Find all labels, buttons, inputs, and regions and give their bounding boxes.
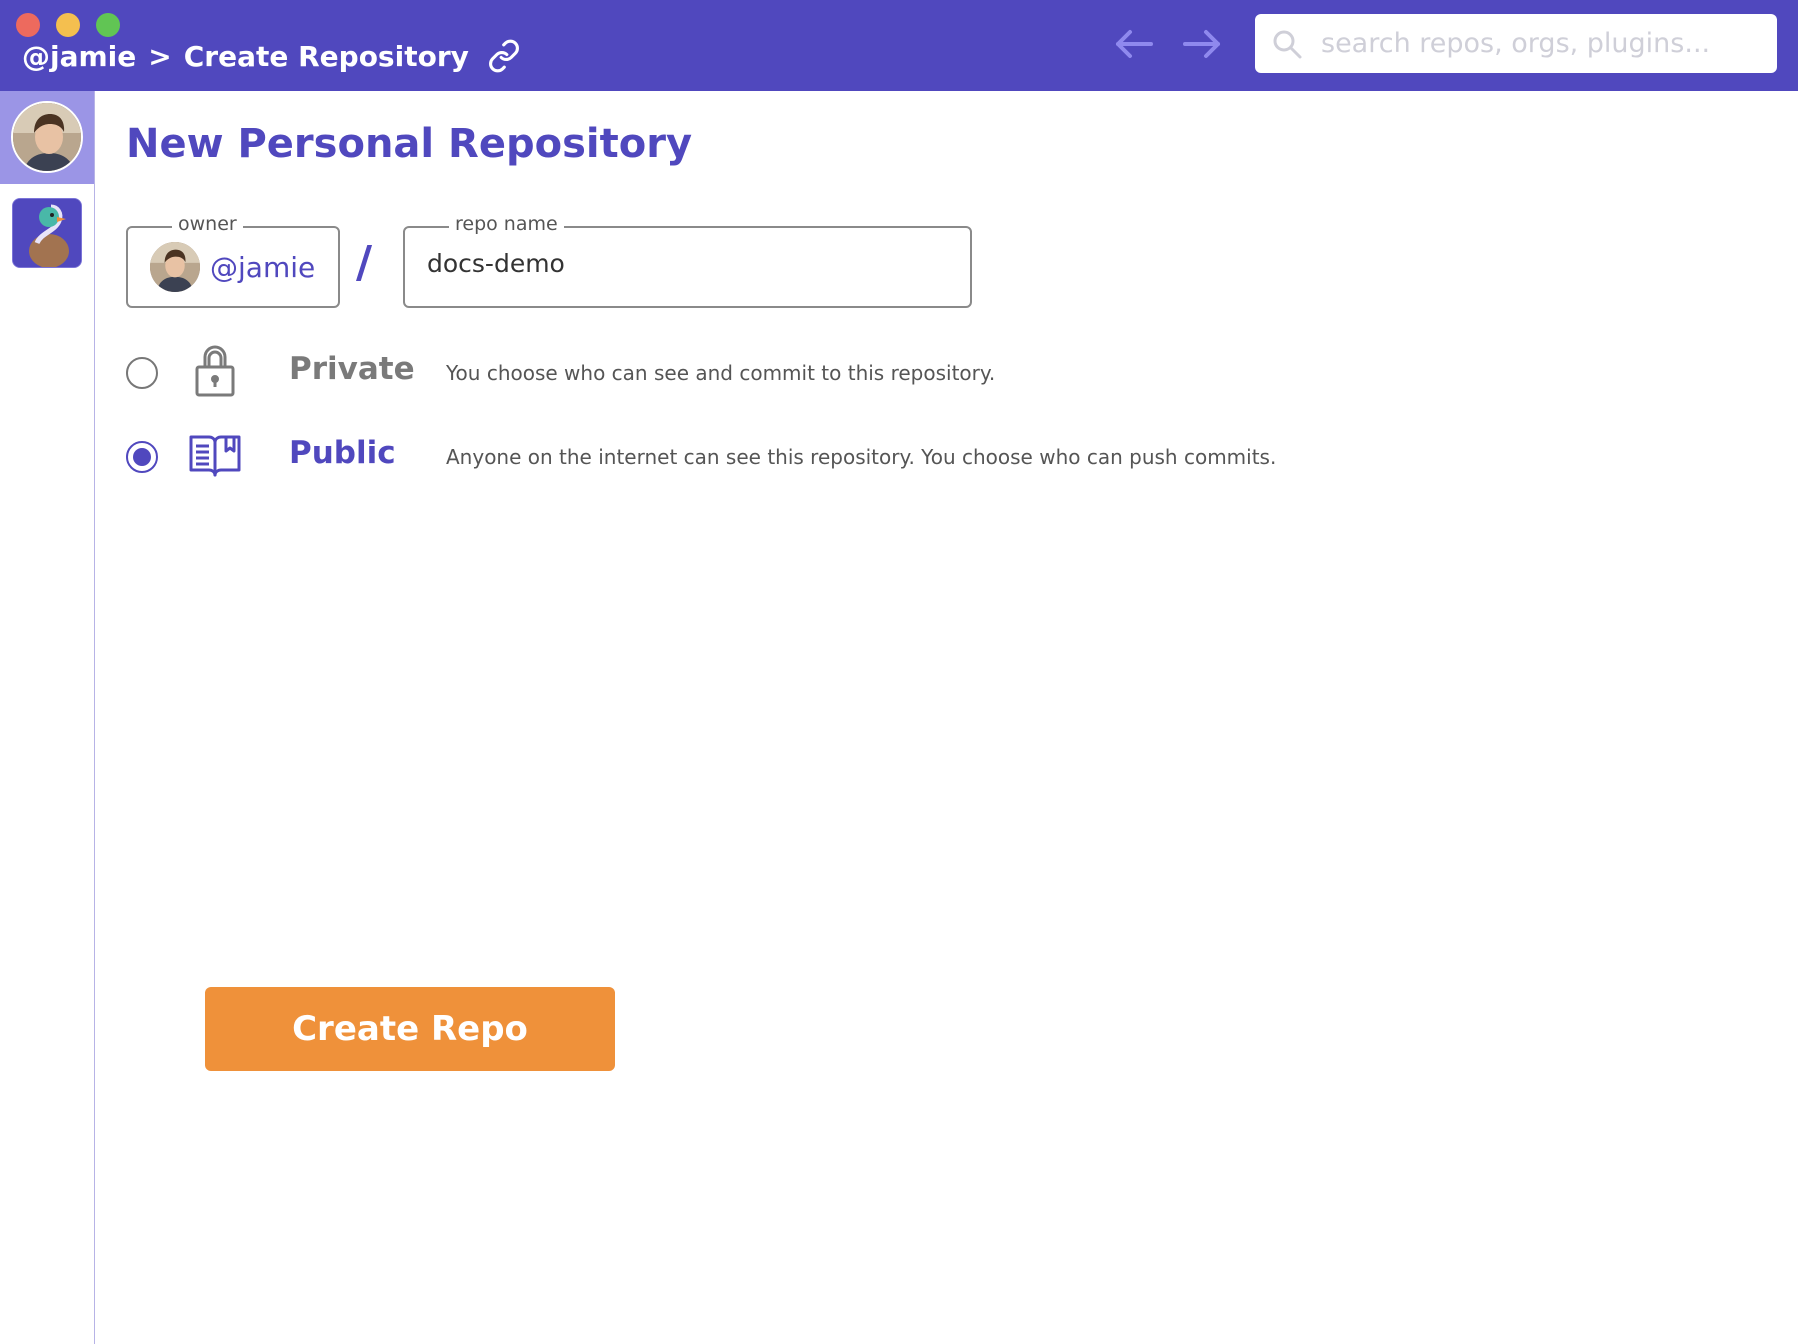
owner-handle: @jamie (210, 250, 316, 284)
duck-app-icon (13, 199, 81, 267)
arrow-right-icon (1183, 30, 1220, 58)
repo-name-legend: repo name (449, 213, 564, 235)
private-label[interactable]: Private (289, 351, 415, 387)
main-content: New Personal Repository owner @jamie / r… (95, 91, 1798, 1344)
book-icon (188, 425, 242, 485)
breadcrumb-user[interactable]: @jamie (22, 40, 136, 73)
search-icon (1271, 28, 1303, 60)
sidebar-item-duck-app[interactable] (12, 198, 82, 268)
arrow-left-icon (1116, 30, 1153, 58)
avatar[interactable] (11, 101, 83, 173)
public-description: Anyone on the internet can see this repo… (446, 445, 1277, 469)
public-label[interactable]: Public (289, 435, 396, 471)
private-description: You choose who can see and commit to thi… (446, 361, 996, 385)
breadcrumb-separator: > (148, 39, 172, 73)
owner-legend: owner (172, 213, 243, 235)
search-input[interactable] (1319, 27, 1763, 60)
repo-name-field[interactable]: repo name (403, 213, 972, 308)
create-repo-button[interactable]: Create Repo (205, 987, 615, 1071)
forward-button[interactable] (1180, 26, 1224, 62)
page-title: New Personal Repository (126, 121, 693, 167)
public-radio[interactable] (126, 441, 158, 473)
repo-name-input[interactable] (425, 248, 949, 279)
breadcrumb: @jamie > Create Repository (22, 36, 521, 76)
title-bar: @jamie > Create Repository (0, 0, 1798, 91)
visibility-option-private[interactable]: Private You choose who can see and commi… (126, 341, 1426, 401)
minimize-window-button[interactable] (56, 13, 80, 37)
search-box[interactable] (1255, 14, 1777, 73)
private-radio[interactable] (126, 357, 158, 389)
owner-avatar (150, 242, 200, 292)
lock-icon (188, 341, 242, 401)
sidebar-item-user[interactable] (0, 91, 94, 184)
link-icon[interactable] (487, 39, 521, 73)
back-button[interactable] (1112, 26, 1156, 62)
owner-repo-separator: / (356, 237, 373, 288)
visibility-option-public[interactable]: Public Anyone on the internet can see th… (126, 425, 1426, 485)
breadcrumb-page: Create Repository (183, 39, 469, 73)
maximize-window-button[interactable] (96, 13, 120, 37)
close-window-button[interactable] (16, 13, 40, 37)
owner-selector[interactable]: owner @jamie (126, 213, 340, 308)
sidebar (0, 91, 95, 1344)
